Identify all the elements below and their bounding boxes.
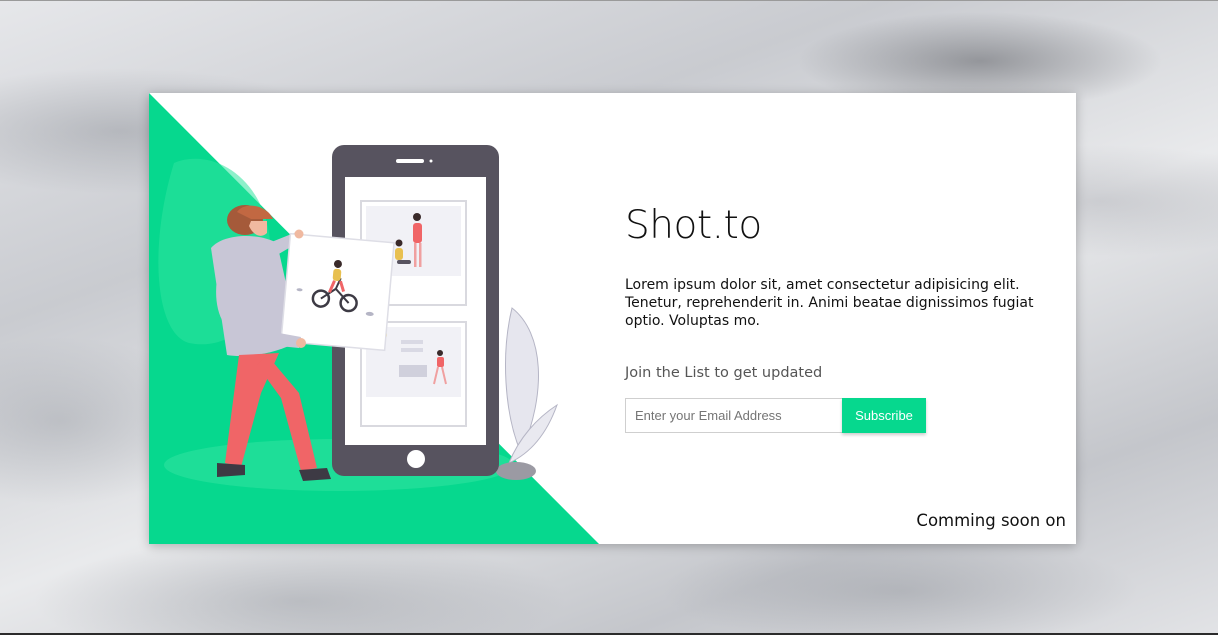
- phone-home-button: [407, 450, 425, 468]
- phone-speaker: [396, 159, 424, 163]
- subscribe-button[interactable]: Subscribe: [842, 398, 926, 433]
- rock: [496, 462, 536, 480]
- landing-card: Shot.to Lorem ipsum dolor sit, amet cons…: [149, 93, 1076, 544]
- hero-description: Lorem ipsum dolor sit, amet consectetur …: [625, 277, 1034, 329]
- held-photo: [280, 232, 395, 352]
- signup-heading: Join the List to get updated: [625, 365, 823, 381]
- coming-soon-text: Comming soon on: [916, 511, 1066, 530]
- email-input[interactable]: [625, 398, 842, 433]
- brand-title: Shot.to: [625, 203, 762, 248]
- phone-camera: [429, 159, 433, 163]
- person-shoe: [217, 463, 245, 477]
- signup-form: Subscribe: [625, 398, 926, 433]
